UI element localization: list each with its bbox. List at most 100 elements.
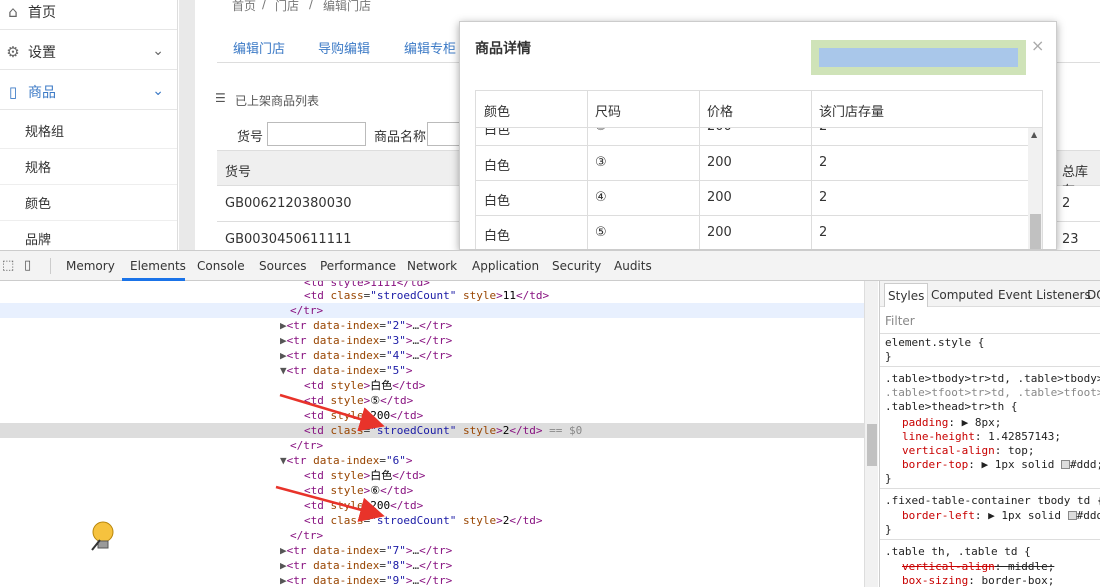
css-prop-line[interactable]: border-top: ▶ 1px solid #ddd;: [885, 458, 1100, 472]
tab-sources[interactable]: Sources: [259, 259, 306, 273]
tab-application[interactable]: Application: [472, 259, 539, 273]
css-selector-line: .table>tbody>tr>td, .table>tbody>: [885, 372, 1100, 385]
tab-styles[interactable]: Styles: [884, 283, 929, 307]
goods-detail-modal: 商品详情 × 颜色 尺码 价格 该门店存量 白色 ② 200 2 白色 ③ 20…: [459, 21, 1057, 250]
filter-code-input[interactable]: [267, 122, 366, 146]
tab-counter-edit[interactable]: 编辑专柜: [404, 38, 456, 57]
dom-line[interactable]: ▶<tr data-index="8">…</tr>: [0, 558, 864, 573]
modal-table: 颜色 尺码 价格 该门店存量 白色 ② 200 2 白色 ③ 200 2 白色 …: [475, 90, 1043, 249]
cell-stock: 2: [819, 128, 827, 134]
table-row[interactable]: 白色 ④ 200 2: [476, 181, 1028, 216]
sidebar-subitem-color[interactable]: 颜色: [0, 185, 177, 221]
cell-stock: 2: [819, 155, 828, 170]
cell-size: ③: [595, 155, 607, 170]
home-icon: ⌂: [8, 2, 18, 21]
css-prop-line[interactable]: box-sizing: border-box;: [885, 574, 1100, 587]
dom-line[interactable]: <td class="stroedCount" style>2</td>: [0, 513, 864, 528]
cell-color: 白色: [484, 194, 511, 209]
tab-computed[interactable]: Computed: [931, 288, 993, 302]
dom-line[interactable]: <td class="stroedCount" style>11</td>: [0, 288, 864, 303]
inspect-icon[interactable]: ⬚: [2, 258, 14, 273]
dom-scrollbar[interactable]: [864, 281, 878, 587]
dom-line[interactable]: ▼<tr data-index="6">: [0, 453, 864, 468]
dom-line[interactable]: ▶<tr data-index="9">…</tr>: [0, 573, 864, 587]
dom-line[interactable]: <td style>⑥</td>: [0, 483, 864, 498]
dom-text: 3: [392, 334, 400, 347]
divider: [880, 366, 1100, 367]
col-code: 货号: [225, 165, 252, 180]
dom-line[interactable]: <td style>白色</td>: [0, 468, 864, 483]
dom-line[interactable]: <td style>200</td>: [0, 408, 864, 423]
styles-filter-input[interactable]: Filter: [885, 314, 915, 328]
tab-guide-edit[interactable]: 导购编辑: [318, 38, 370, 57]
cell-color: 白色: [484, 229, 511, 244]
css-rule-line: }: [885, 523, 892, 536]
dom-text: 5: [392, 364, 400, 377]
sidebar-subitem-spec[interactable]: 规格: [0, 149, 177, 185]
color-swatch[interactable]: [1067, 511, 1077, 520]
modal-title: 商品详情: [475, 41, 531, 57]
dom-line[interactable]: <td style>200</td>: [0, 498, 864, 513]
dom-text: 7: [392, 544, 400, 557]
tab-memory[interactable]: Memory: [66, 259, 115, 273]
color-swatch[interactable]: [1060, 460, 1070, 469]
cell-color: 白色: [484, 159, 511, 174]
tab-edit-store[interactable]: 编辑门店: [233, 38, 285, 57]
tab-elements[interactable]: Elements: [130, 259, 186, 273]
sidebar-subitem-brand[interactable]: 品牌: [0, 221, 177, 250]
css-prop-line[interactable]: padding: ▶ 8px;: [885, 416, 1100, 430]
table-row[interactable]: 白色 ⑤ 200 2: [476, 216, 1028, 249]
scroll-thumb[interactable]: [867, 424, 877, 466]
dom-line[interactable]: ▼<tr data-index="5">: [0, 363, 864, 378]
tab-audits[interactable]: Audits: [614, 259, 652, 273]
tab-dom-breakpoints[interactable]: DO: [1087, 288, 1100, 302]
col-divider: [587, 91, 588, 249]
css-selector-line: .table th, .table td {: [885, 545, 1031, 558]
sidebar-item-goods[interactable]: ▯ 商品 ⌄: [0, 74, 177, 110]
breadcrumb-home[interactable]: 首页: [232, 0, 256, 14]
device-toggle-icon[interactable]: ▯: [24, 258, 31, 273]
dom-line-selected[interactable]: <td class="stroedCount" style>2</td> == …: [0, 423, 864, 438]
styles-tabbar: Styles Computed Event Listeners DO: [880, 281, 1100, 307]
col-size: 尺码: [595, 105, 622, 120]
modal-table-scrollbar[interactable]: ▲: [1028, 128, 1042, 249]
close-icon[interactable]: ×: [1031, 36, 1044, 55]
css-prop-line[interactable]: border-left: ▶ 1px solid #ddd: [885, 509, 1100, 523]
dom-text: 11: [502, 289, 516, 302]
css-prop-line[interactable]: vertical-align: top;: [885, 444, 1100, 458]
chevron-down-icon: ⌄: [152, 43, 164, 59]
toolbar-divider: [50, 258, 51, 274]
highlight-annotation: [811, 40, 1026, 75]
css-prop-line[interactable]: vertical-align: middle;: [885, 560, 1100, 574]
dom-line[interactable]: ▶<tr data-index="2">…</tr>: [0, 318, 864, 333]
cell-size: ④: [595, 190, 607, 205]
dom-line[interactable]: <td style>白色</td>: [0, 378, 864, 393]
breadcrumb-store[interactable]: 门店: [275, 0, 299, 14]
dom-line[interactable]: ▶<tr data-index="3">…</tr>: [0, 333, 864, 348]
tab-network[interactable]: Network: [407, 259, 457, 273]
css-rule-line: }: [885, 472, 892, 485]
dom-line[interactable]: </tr>: [0, 438, 864, 453]
tab-performance[interactable]: Performance: [320, 259, 396, 273]
table-row[interactable]: 白色 ③ 200 2: [476, 146, 1028, 181]
table-row[interactable]: 白色 ② 200 2: [476, 128, 1028, 146]
dom-line[interactable]: <td style>⑤</td>: [0, 393, 864, 408]
list-icon: ☰: [215, 91, 226, 105]
scroll-thumb[interactable]: [1030, 214, 1041, 249]
tab-console[interactable]: Console: [197, 259, 245, 273]
sidebar-item-label: 设置: [28, 44, 56, 61]
css-prop-line[interactable]: line-height: 1.42857143;: [885, 430, 1100, 444]
tab-security[interactable]: Security: [552, 259, 601, 273]
dom-tree: <td style>1111</td> <td class="stroedCou…: [0, 281, 864, 587]
dom-line[interactable]: </tr>: [0, 528, 864, 543]
sidebar-item-home[interactable]: ⌂ 首页: [0, 0, 177, 30]
divider: [880, 333, 1100, 334]
cell-price: 200: [707, 225, 732, 240]
dom-line[interactable]: </tr>: [0, 303, 864, 318]
dom-line[interactable]: ▶<tr data-index="4">…</tr>: [0, 348, 864, 363]
sidebar-subitem-spec-group[interactable]: 规格组: [0, 113, 177, 149]
tab-event-listeners[interactable]: Event Listeners: [998, 288, 1091, 302]
sidebar-item-settings[interactable]: ⚙ 设置 ⌄: [0, 34, 177, 70]
dom-line[interactable]: ▶<tr data-index="7">…</tr>: [0, 543, 864, 558]
scroll-up-icon[interactable]: ▲: [1031, 130, 1037, 139]
